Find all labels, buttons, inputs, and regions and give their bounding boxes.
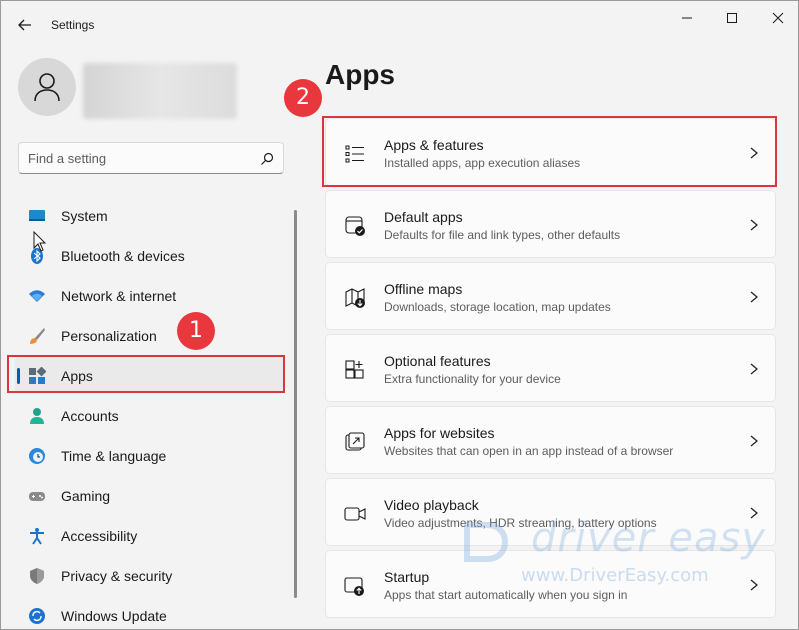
monitor-icon bbox=[29, 210, 45, 221]
card-description: Defaults for file and link types, other … bbox=[384, 228, 621, 242]
shield-icon bbox=[30, 568, 44, 584]
card-video-playback[interactable]: Video playback Video adjustments, HDR st… bbox=[325, 478, 776, 546]
card-title: Default apps bbox=[384, 209, 463, 225]
chevron-right-icon bbox=[750, 579, 758, 591]
user-icon bbox=[34, 73, 60, 102]
card-apps-features[interactable]: Apps & features Installed apps, app exec… bbox=[325, 118, 776, 186]
close-button[interactable] bbox=[766, 9, 790, 27]
person-icon bbox=[30, 408, 44, 424]
card-optional-features[interactable]: Optional features Extra functionality fo… bbox=[325, 334, 776, 402]
clock-globe-icon bbox=[29, 448, 45, 464]
step-badge-1: 1 bbox=[177, 312, 215, 350]
sidebar-item-bluetooth[interactable]: Bluetooth & devices bbox=[15, 237, 285, 273]
open-link-icon bbox=[345, 432, 365, 451]
selection-indicator bbox=[17, 368, 20, 384]
sidebar-item-label: Apps bbox=[61, 368, 93, 384]
sidebar-item-label: Personalization bbox=[61, 328, 157, 344]
card-description: Video adjustments, HDR streaming, batter… bbox=[384, 516, 657, 530]
card-default-apps[interactable]: Default apps Defaults for file and link … bbox=[325, 190, 776, 258]
sidebar-item-gaming[interactable]: Gaming bbox=[15, 477, 285, 513]
startup-icon bbox=[344, 577, 364, 596]
sidebar-item-label: Accounts bbox=[61, 408, 119, 424]
sidebar-item-label: Bluetooth & devices bbox=[61, 248, 185, 264]
card-description: Installed apps, app execution aliases bbox=[384, 156, 581, 170]
chevron-right-icon bbox=[750, 147, 758, 159]
sidebar-item-label: Gaming bbox=[61, 488, 111, 504]
sidebar-item-label: Privacy & security bbox=[61, 568, 173, 584]
card-title: Apps & features bbox=[384, 137, 484, 153]
card-description: Websites that can open in an app instead… bbox=[384, 444, 674, 458]
title-bar: Settings bbox=[1, 1, 798, 49]
minimize-icon bbox=[682, 17, 692, 19]
back-button[interactable] bbox=[15, 15, 35, 35]
default-apps-icon bbox=[345, 216, 365, 236]
list-icon bbox=[345, 145, 364, 163]
maximize-button[interactable] bbox=[720, 9, 744, 27]
maximize-icon bbox=[727, 13, 737, 23]
profile-name-blurred bbox=[83, 63, 237, 119]
mouse-cursor-icon bbox=[33, 231, 47, 252]
brush-icon bbox=[30, 328, 45, 344]
sidebar-item-label: Accessibility bbox=[61, 528, 138, 544]
settings-window: Settings System bbox=[0, 0, 799, 630]
sidebar-item-time-language[interactable]: Time & language bbox=[15, 437, 285, 473]
chevron-right-icon bbox=[750, 219, 758, 231]
step-badge-2: 2 bbox=[284, 79, 322, 117]
accessibility-icon bbox=[30, 528, 44, 545]
video-icon bbox=[344, 507, 366, 521]
sidebar-item-label: Windows Update bbox=[61, 608, 167, 624]
sidebar-item-network[interactable]: Network & internet bbox=[15, 277, 285, 313]
card-title: Apps for websites bbox=[384, 425, 495, 441]
search-input[interactable] bbox=[28, 148, 253, 168]
apps-icon bbox=[29, 367, 46, 384]
update-icon bbox=[29, 608, 45, 624]
sidebar-item-personalization[interactable]: Personalization bbox=[15, 317, 285, 353]
card-description: Downloads, storage location, map updates bbox=[384, 300, 611, 314]
map-icon bbox=[345, 288, 365, 308]
card-description: Extra functionality for your device bbox=[384, 372, 561, 386]
window-title: Settings bbox=[51, 18, 95, 32]
chevron-right-icon bbox=[750, 363, 758, 375]
card-title: Startup bbox=[384, 569, 430, 585]
card-startup[interactable]: Startup Apps that start automatically wh… bbox=[325, 550, 776, 618]
card-title: Optional features bbox=[384, 353, 491, 369]
back-arrow-icon bbox=[18, 19, 31, 31]
wifi-icon bbox=[29, 290, 45, 302]
sidebar-scrollbar[interactable] bbox=[294, 210, 297, 598]
chevron-right-icon bbox=[750, 507, 758, 519]
sidebar-item-label: Time & language bbox=[61, 448, 167, 464]
search-icon[interactable] bbox=[259, 151, 275, 167]
sidebar-item-apps[interactable]: Apps bbox=[15, 357, 285, 393]
sidebar-item-label: Network & internet bbox=[61, 288, 177, 304]
avatar[interactable] bbox=[18, 58, 76, 116]
sidebar-item-privacy-security[interactable]: Privacy & security bbox=[15, 557, 285, 593]
card-title: Offline maps bbox=[384, 281, 463, 297]
card-title: Video playback bbox=[384, 497, 479, 513]
search-box[interactable] bbox=[18, 142, 284, 174]
sidebar-item-windows-update[interactable]: Windows Update bbox=[15, 597, 285, 630]
add-grid-icon bbox=[345, 360, 364, 379]
card-apps-for-websites[interactable]: Apps for websites Websites that can open… bbox=[325, 406, 776, 474]
chevron-right-icon bbox=[750, 435, 758, 447]
minimize-button[interactable] bbox=[675, 9, 699, 27]
page-title: Apps bbox=[325, 59, 395, 90]
card-description: Apps that start automatically when you s… bbox=[384, 588, 628, 602]
sidebar-item-accessibility[interactable]: Accessibility bbox=[15, 517, 285, 553]
sidebar-item-accounts[interactable]: Accounts bbox=[15, 397, 285, 433]
chevron-right-icon bbox=[750, 291, 758, 303]
gamepad-icon bbox=[29, 492, 45, 501]
card-offline-maps[interactable]: Offline maps Downloads, storage location… bbox=[325, 262, 776, 330]
close-icon bbox=[772, 12, 784, 24]
sidebar-item-system[interactable]: System bbox=[15, 197, 285, 233]
sidebar-item-label: System bbox=[61, 208, 108, 224]
